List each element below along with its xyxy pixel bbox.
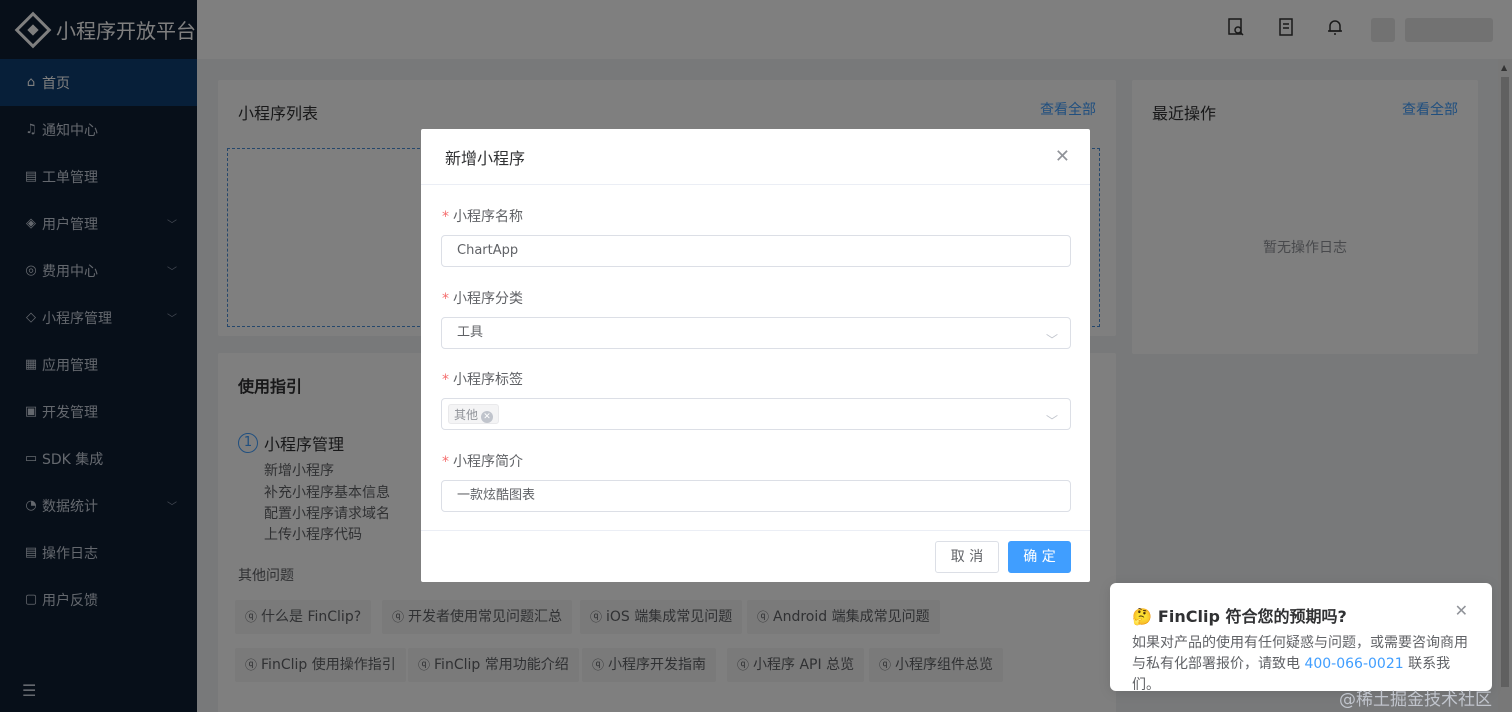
cancel-button[interactable]: 取 消 (935, 541, 999, 573)
name-input[interactable]: ChartApp (441, 235, 1071, 267)
feedback-notification: 🤔 FinClip 符合您的预期吗? ✕ 如果对产品的使用有任何疑惑与问题，或需要… (1110, 583, 1492, 693)
dialog-title: 新增小程序 (445, 148, 526, 168)
label-text: 小程序分类 (453, 291, 523, 307)
category-value: 工具 (457, 325, 484, 340)
chevron-down-icon: ﹀ (1045, 333, 1058, 347)
selected-tag: 其他 ✕ (448, 404, 500, 424)
required-mark: * (442, 291, 449, 307)
tag-label: 其他 (454, 408, 479, 422)
description-label: * 小程序简介 (442, 451, 523, 471)
phone-link[interactable]: 400-066-0021 (1304, 656, 1403, 672)
label-text: 小程序名称 (453, 209, 523, 225)
dialog-footer: 取 消 确 定 (421, 530, 1090, 582)
required-mark: * (442, 372, 449, 388)
required-mark: * (442, 454, 449, 470)
category-select[interactable]: 工具 ﹀ (441, 317, 1071, 349)
name-label: * 小程序名称 (442, 206, 523, 226)
tags-select[interactable]: 其他 ✕ ﹀ (441, 398, 1071, 430)
confirm-button[interactable]: 确 定 (1008, 541, 1071, 573)
label-text: 小程序简介 (453, 454, 523, 470)
watermark: @稀土掘金技术社区 (1339, 690, 1492, 710)
tags-label: * 小程序标签 (442, 369, 523, 389)
notification-title-text: FinClip 符合您的预期吗? (1157, 607, 1347, 626)
required-mark: * (442, 209, 449, 225)
dialog-header: 新增小程序 ✕ (421, 129, 1090, 185)
close-icon[interactable]: ✕ (1455, 601, 1468, 620)
category-label: * 小程序分类 (442, 288, 523, 308)
close-icon[interactable]: ✕ (1055, 146, 1070, 167)
description-input[interactable]: 一款炫酷图表 (441, 480, 1071, 512)
tag-close-icon[interactable]: ✕ (481, 411, 494, 423)
thinking-face-icon: 🤔 (1132, 607, 1152, 626)
add-miniprogram-dialog: 新增小程序 ✕ * 小程序名称 ChartApp * 小程序分类 工具 ﹀ * 小程序… (421, 129, 1090, 582)
notification-title: 🤔 FinClip 符合您的预期吗? (1132, 603, 1347, 627)
label-text: 小程序标签 (453, 372, 523, 388)
chevron-down-icon: ﹀ (1045, 414, 1058, 428)
